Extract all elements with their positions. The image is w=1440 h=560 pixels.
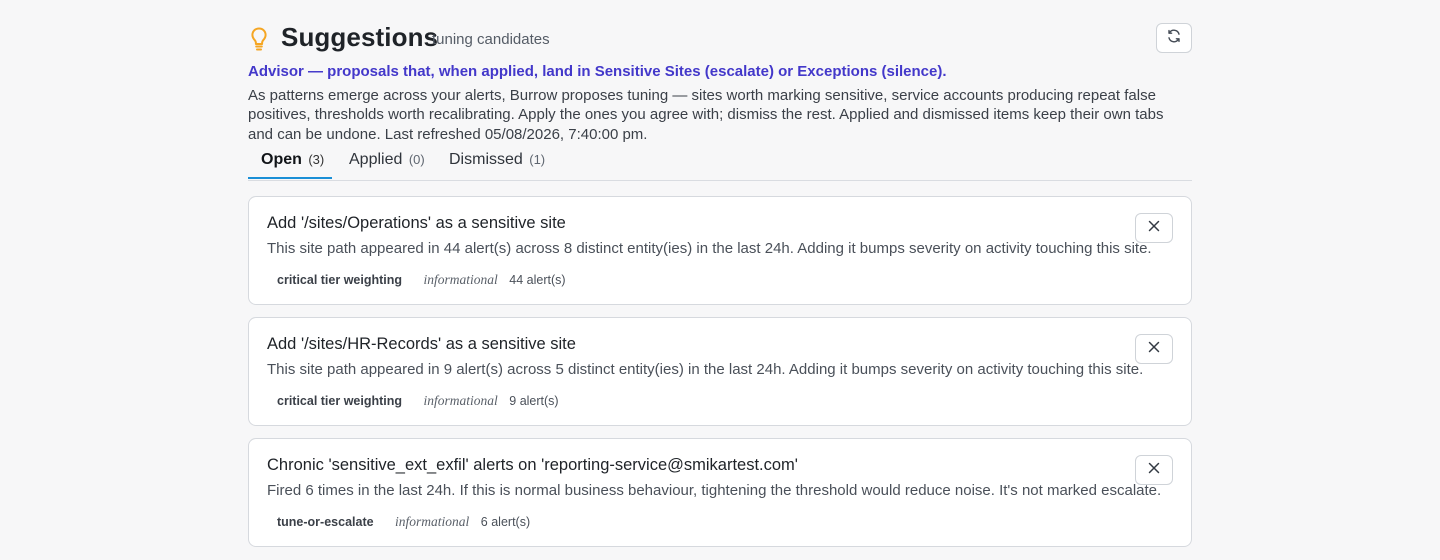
suggestion-card: Add '/sites/HR-Records' as a sensitive s… xyxy=(248,317,1192,426)
tab-label: Open xyxy=(261,151,302,168)
suggestions-panel: Suggestions tuning candidates Advisor — … xyxy=(248,0,1192,547)
suggestion-tag: tune-or-escalate xyxy=(277,515,374,529)
suggestion-description: Fired 6 times in the last 24h. If this i… xyxy=(267,482,1162,499)
description: As patterns emerge across your alerts, B… xyxy=(248,87,1164,143)
dismiss-button[interactable] xyxy=(1135,213,1173,243)
suggestion-title: Add '/sites/Operations' as a sensitive s… xyxy=(267,214,566,232)
dismiss-button[interactable] xyxy=(1135,334,1173,364)
tab-label: Dismissed xyxy=(449,151,523,168)
alert-count: 44 alert(s) xyxy=(509,273,566,287)
close-icon xyxy=(1148,340,1160,358)
page-subtitle: tuning candidates xyxy=(432,31,550,48)
suggestion-description: This site path appeared in 9 alert(s) ac… xyxy=(267,361,1144,378)
active-tab-indicator xyxy=(248,177,332,179)
suggestion-meta: critical tier weighting informational 44… xyxy=(277,272,566,288)
suggestion-card: Add '/sites/Operations' as a sensitive s… xyxy=(248,196,1192,305)
close-icon xyxy=(1148,461,1160,479)
severity-label: informational xyxy=(423,272,498,287)
page-title: Suggestions xyxy=(281,22,439,52)
severity-label: informational xyxy=(423,393,498,408)
alert-count: 9 alert(s) xyxy=(509,394,559,408)
severity-label: informational xyxy=(395,514,470,529)
dismiss-button[interactable] xyxy=(1135,455,1173,485)
close-icon xyxy=(1148,219,1160,237)
tab-open[interactable]: Open (3) xyxy=(261,151,324,169)
advisor-text: Advisor — proposals that, when applied, … xyxy=(248,63,947,80)
suggestion-title: Add '/sites/HR-Records' as a sensitive s… xyxy=(267,335,576,353)
lightbulb-icon xyxy=(248,26,270,52)
refresh-icon xyxy=(1166,28,1182,49)
suggestion-title: Chronic 'sensitive_ext_exfil' alerts on … xyxy=(267,456,798,474)
tab-applied[interactable]: Applied (0) xyxy=(349,151,425,169)
tab-count: (3) xyxy=(308,152,325,167)
suggestion-tag: critical tier weighting xyxy=(277,273,403,287)
alert-count: 6 alert(s) xyxy=(480,515,531,529)
tab-count: (1) xyxy=(529,152,546,167)
suggestion-meta: tune-or-escalate informational 6 alert(s… xyxy=(277,514,530,530)
header: Suggestions tuning candidates xyxy=(248,0,1192,62)
suggestion-card: Chronic 'sensitive_ext_exfil' alerts on … xyxy=(248,438,1192,547)
tab-dismissed[interactable]: Dismissed (1) xyxy=(449,151,545,169)
suggestion-tag: critical tier weighting xyxy=(277,394,403,408)
tab-count: (0) xyxy=(408,152,425,167)
tab-label: Applied xyxy=(349,151,403,168)
suggestion-description: This site path appeared in 44 alert(s) a… xyxy=(267,240,1152,257)
suggestion-meta: critical tier weighting informational 9 … xyxy=(277,393,559,409)
refresh-button[interactable] xyxy=(1156,23,1192,53)
tab-bar: Open (3) Applied (0) Dismissed (1) xyxy=(248,147,1192,181)
